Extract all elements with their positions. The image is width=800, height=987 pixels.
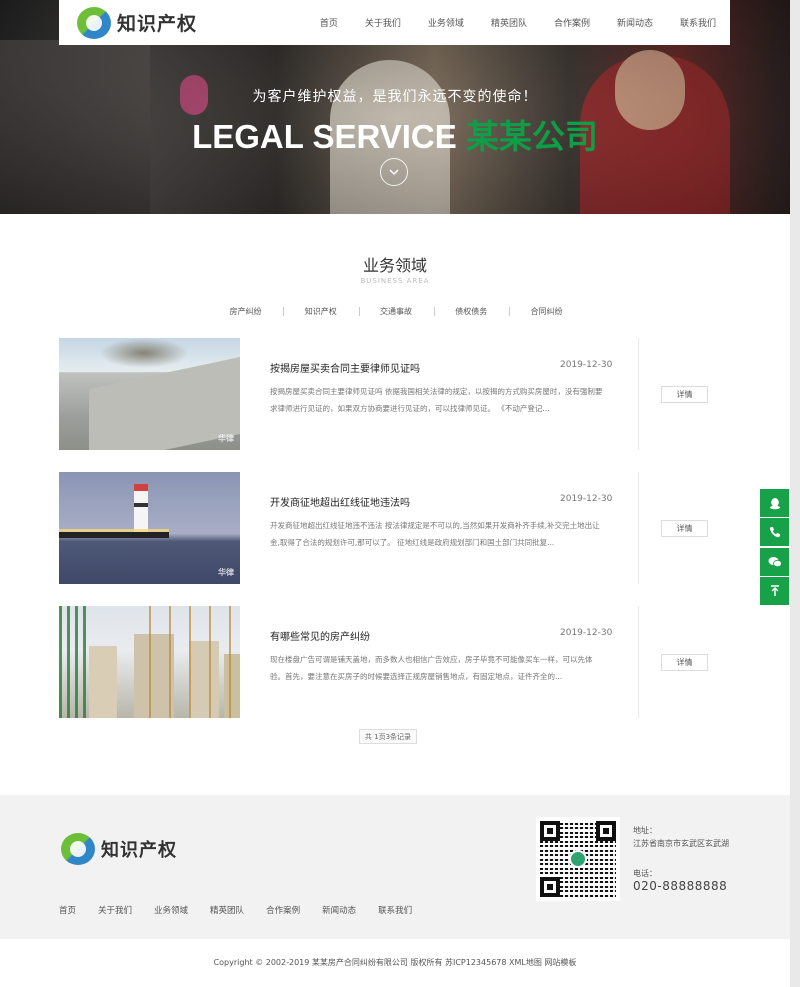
details-button[interactable]: 详情 xyxy=(661,654,708,671)
thumbnail-watermark: 华律 xyxy=(218,568,234,577)
hero-title-accent: 某某公司 xyxy=(465,118,598,155)
details-button[interactable]: 详情 xyxy=(661,386,708,403)
footer-link-home[interactable]: 首页 xyxy=(59,904,76,916)
tab-intellectual-property[interactable]: 知识产权 xyxy=(283,306,358,317)
nav-link-team[interactable]: 精英团队 xyxy=(491,16,527,29)
divider xyxy=(638,606,639,718)
footer-link-cases[interactable]: 合作案例 xyxy=(266,904,300,916)
qq-icon[interactable] xyxy=(760,489,789,517)
item-date: 2019-12-30 xyxy=(560,360,613,370)
section-subtitle: BUSINESS AREA xyxy=(360,277,430,285)
item-thumbnail[interactable] xyxy=(59,606,240,718)
address-label: 地址： xyxy=(633,826,657,835)
hero-title: LEGAL SERVICE 某某公司 xyxy=(0,110,790,158)
address-value: 江苏省南京市玄武区玄武湖 xyxy=(633,839,729,848)
copyright-text: Copyright © 2002-2019 某某房产合同纠纷有限公司 版权所有 … xyxy=(213,958,577,967)
footer-logo[interactable]: 知识产权 xyxy=(61,833,177,865)
section-title: 业务领域 xyxy=(362,256,427,275)
footer-link-about[interactable]: 关于我们 xyxy=(98,904,132,916)
page-scrollbar[interactable] xyxy=(790,0,800,987)
footer-link-business[interactable]: 业务领域 xyxy=(154,904,188,916)
list-item: 华律 开发商征地超出红线征地违法吗 2019-12-30 开发商征地超出红线征地… xyxy=(59,472,730,584)
item-date: 2019-12-30 xyxy=(560,628,613,638)
home-icon xyxy=(569,850,587,868)
item-thumbnail[interactable]: 华律 xyxy=(59,338,240,450)
item-title[interactable]: 开发商征地超出红线征地违法吗 xyxy=(270,494,410,509)
nav-link-news[interactable]: 新闻动态 xyxy=(617,16,653,29)
nav-link-cases[interactable]: 合作案例 xyxy=(554,16,590,29)
wechat-icon[interactable] xyxy=(760,548,789,576)
thumbnail-watermark: 华律 xyxy=(218,434,234,443)
nav-menu: 首页 关于我们 业务领域 精英团队 合作案例 新闻动态 联系我们 xyxy=(320,16,716,29)
nav-link-contact[interactable]: 联系我们 xyxy=(680,16,716,29)
category-tabs: 房产纠纷 知识产权 交通事故 债权债务 合同纠纷 xyxy=(208,306,584,317)
back-to-top-icon[interactable] xyxy=(760,577,789,605)
item-description: 开发商征地超出红线征地违不违法 按法律规定是不可以的,当然如果开发商补齐手续,补… xyxy=(270,521,600,547)
nav-link-business[interactable]: 业务领域 xyxy=(428,16,464,29)
divider xyxy=(638,338,639,450)
details-button[interactable]: 详情 xyxy=(661,520,708,537)
site-footer: 知识产权 首页 关于我们 业务领域 精英团队 合作案例 新闻动态 联系我们 地址… xyxy=(0,795,790,939)
qr-code xyxy=(536,817,620,901)
footer-logo-text: 知识产权 xyxy=(101,840,177,861)
phone-label: 电话： xyxy=(633,869,657,878)
phone-icon[interactable] xyxy=(760,518,789,546)
logo-text: 知识产权 xyxy=(117,13,198,35)
pagination-info: 共 1页3条记录 xyxy=(359,729,417,744)
logo-icon xyxy=(61,833,95,865)
chevron-down-icon[interactable] xyxy=(380,158,408,186)
item-title[interactable]: 按揭房屋买卖合同主要律师见证吗 xyxy=(270,360,420,375)
tab-debt[interactable]: 债权债务 xyxy=(433,306,509,317)
tab-property-dispute[interactable]: 房产纠纷 xyxy=(208,306,283,317)
site-logo[interactable]: 知识产权 xyxy=(77,6,198,39)
item-description: 按揭房屋买卖合同主要律师见证吗 依据我国相关法律的规定，以按揭的方式购买房屋时，… xyxy=(270,387,603,413)
list-item: 有哪些常见的房产纠纷 2019-12-30 现在楼盘广告可谓是铺天盖地，而多数人… xyxy=(59,606,730,718)
item-thumbnail[interactable]: 华律 xyxy=(59,472,240,584)
list-item: 华律 按揭房屋买卖合同主要律师见证吗 2019-12-30 按揭房屋买卖合同主要… xyxy=(59,338,730,450)
nav-link-about[interactable]: 关于我们 xyxy=(365,16,401,29)
divider xyxy=(638,472,639,584)
tab-contract-dispute[interactable]: 合同纠纷 xyxy=(509,306,584,317)
footer-nav: 首页 关于我们 业务领域 精英团队 合作案例 新闻动态 联系我们 xyxy=(59,904,434,916)
phone-number: 020-88888888 xyxy=(633,879,728,893)
footer-link-team[interactable]: 精英团队 xyxy=(210,904,244,916)
footer-link-news[interactable]: 新闻动态 xyxy=(322,904,356,916)
nav-link-home[interactable]: 首页 xyxy=(320,16,338,29)
logo-icon xyxy=(77,6,111,39)
item-date: 2019-12-30 xyxy=(560,494,613,504)
hero-title-main: LEGAL SERVICE xyxy=(192,118,457,155)
item-title[interactable]: 有哪些常见的房产纠纷 xyxy=(270,628,370,643)
item-description: 现在楼盘广告可谓是铺天盖地，而多数人也相信广告效应，房子毕竟不可能像买车一样，可… xyxy=(270,655,593,681)
footer-link-contact[interactable]: 联系我们 xyxy=(378,904,412,916)
top-navbar: 知识产权 首页 关于我们 业务领域 精英团队 合作案例 新闻动态 联系我们 xyxy=(59,0,730,45)
hero-subtitle: 为客户维护权益，是我们永远不变的使命！ xyxy=(252,89,538,105)
tab-traffic-accident[interactable]: 交通事故 xyxy=(358,306,434,317)
